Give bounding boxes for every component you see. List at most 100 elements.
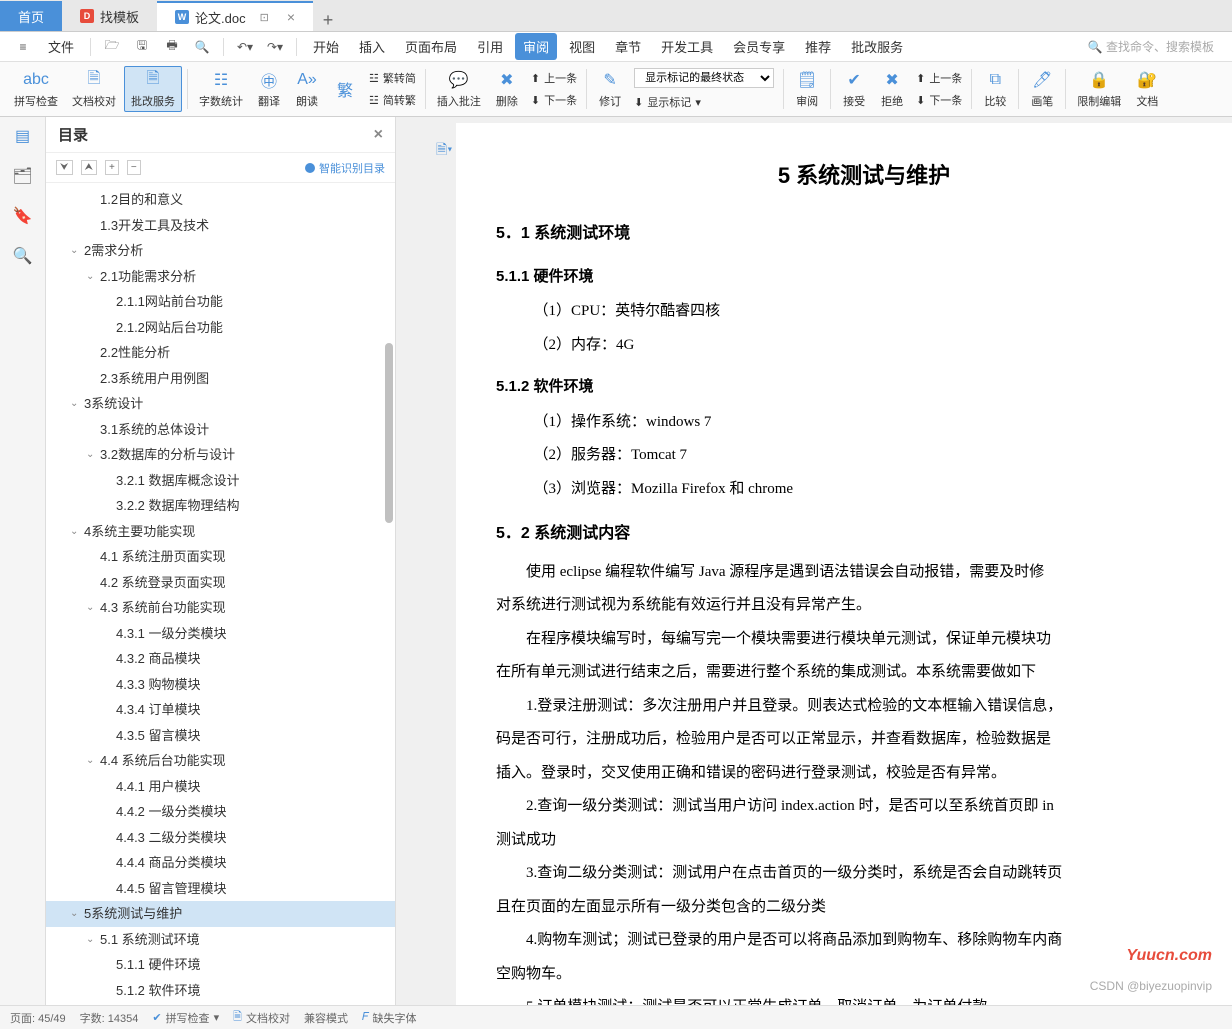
toc-item[interactable]: 4.4.4 商品分类模块: [46, 850, 395, 876]
tab-home[interactable]: 首页: [0, 1, 62, 31]
toc-item[interactable]: 4.3.4 订单模块: [46, 697, 395, 723]
undo-icon[interactable]: ↶▾: [235, 37, 255, 57]
prev-change[interactable]: ⬆ 上一条: [912, 68, 966, 88]
status-compat[interactable]: 兼容模式: [304, 1010, 348, 1026]
toc-item[interactable]: 4.4.3 二级分类模块: [46, 825, 395, 851]
menu-ref[interactable]: 引用: [469, 33, 511, 60]
toc-item[interactable]: 1.2目的和意义: [46, 187, 395, 213]
menu-start[interactable]: 开始: [305, 33, 347, 60]
toc-item[interactable]: ⌄4系统主要功能实现: [46, 519, 395, 545]
doc-check-button[interactable]: 🗎文档校对: [66, 67, 122, 111]
toc-item[interactable]: 2.1.2网站后台功能: [46, 315, 395, 341]
menu-correction[interactable]: 批改服务: [843, 33, 911, 60]
trad-to-simp[interactable]: ☳ 繁转简: [365, 68, 420, 88]
toc-item[interactable]: ⌄4.4 系统后台功能实现: [46, 748, 395, 774]
toc-item[interactable]: 4.4.5 留言管理模块: [46, 876, 395, 902]
word-count-button[interactable]: ☷字数统计: [193, 67, 249, 111]
menu-view[interactable]: 视图: [561, 33, 603, 60]
hamburger-icon[interactable]: ≡: [13, 37, 33, 57]
toc-item[interactable]: 3.2.2 数据库物理结构: [46, 493, 395, 519]
menu-dev[interactable]: 开发工具: [653, 33, 721, 60]
compare-button[interactable]: ⧉比较: [977, 67, 1013, 111]
search-input[interactable]: 🔍 查找命令、搜索模板: [1080, 35, 1222, 58]
search-icon[interactable]: 🔍: [12, 245, 34, 267]
zh-convert-button[interactable]: 繁: [327, 76, 363, 102]
tab-template[interactable]: D找模板: [62, 1, 157, 31]
next-change[interactable]: ⬇ 下一条: [912, 90, 966, 110]
attachment-icon[interactable]: 🗂: [12, 165, 34, 187]
toc-item[interactable]: 4.2 系统登录页面实现: [46, 570, 395, 596]
toc-item[interactable]: 4.4.1 用户模块: [46, 774, 395, 800]
remove-level-icon[interactable]: −: [127, 160, 141, 175]
translate-button[interactable]: ㊥翻译: [251, 67, 287, 111]
redo-icon[interactable]: ↷▾: [265, 37, 285, 57]
scrollbar-thumb[interactable]: [385, 343, 393, 523]
chevron-down-icon[interactable]: ⌄: [70, 524, 84, 539]
toc-item[interactable]: ⌄2需求分析: [46, 238, 395, 264]
pin-icon[interactable]: ⊡: [260, 11, 269, 24]
word-count[interactable]: 字数: 14354: [80, 1010, 139, 1026]
toc-item[interactable]: 4.3.3 购物模块: [46, 672, 395, 698]
toc-item[interactable]: ⌄3系统设计: [46, 391, 395, 417]
chevron-down-icon[interactable]: ⌄: [70, 243, 84, 258]
toc-item[interactable]: 4.4.2 一级分类模块: [46, 799, 395, 825]
toc-item[interactable]: 5.1.1 硬件环境: [46, 952, 395, 978]
chevron-down-icon[interactable]: ⌄: [86, 932, 100, 947]
chevron-down-icon[interactable]: ⌄: [86, 269, 100, 284]
menu-rec[interactable]: 推荐: [797, 33, 839, 60]
reject-button[interactable]: ✖拒绝: [874, 67, 910, 111]
doc-encrypt-button[interactable]: 🔐文档: [1129, 67, 1165, 111]
toc-item[interactable]: 5.1.2 软件环境: [46, 978, 395, 1004]
pen-button[interactable]: 🖊画笔: [1024, 67, 1060, 111]
restrict-edit-button[interactable]: 🔒限制编辑: [1071, 67, 1127, 111]
track-changes-button[interactable]: ✎修订: [592, 67, 628, 111]
toc-body[interactable]: 1.2目的和意义1.3开发工具及技术⌄2需求分析⌄2.1功能需求分析2.1.1网…: [46, 183, 395, 1005]
insert-comment-button[interactable]: 💬插入批注: [431, 67, 487, 111]
toc-item[interactable]: 2.1.1网站前台功能: [46, 289, 395, 315]
expand-all-icon[interactable]: ⮝: [81, 160, 98, 175]
page-indicator[interactable]: 页面: 45/49: [10, 1010, 66, 1026]
menu-insert[interactable]: 插入: [351, 33, 393, 60]
review-pane-button[interactable]: 🗒审阅: [789, 67, 825, 111]
toc-item[interactable]: ⌄5.1 系统测试环境: [46, 927, 395, 953]
open-icon[interactable]: 🗁: [102, 37, 122, 57]
chevron-down-icon[interactable]: ⌄: [86, 447, 100, 462]
toc-item[interactable]: ⌄5系统测试与维护: [46, 901, 395, 927]
toc-item[interactable]: ⌄4.3 系统前台功能实现: [46, 595, 395, 621]
menu-review[interactable]: 审阅: [515, 33, 557, 60]
smart-toc-button[interactable]: 智能识别目录: [305, 160, 385, 176]
toc-item[interactable]: ⌄2.1功能需求分析: [46, 264, 395, 290]
menu-vip[interactable]: 会员专享: [725, 33, 793, 60]
status-doccheck[interactable]: 🗎文档校对: [233, 1008, 290, 1027]
print-icon[interactable]: 🖶: [162, 37, 182, 57]
delete-button[interactable]: ✖删除: [489, 67, 525, 111]
chevron-down-icon[interactable]: ⌄: [70, 906, 84, 921]
toc-item[interactable]: 4.3.2 商品模块: [46, 646, 395, 672]
spell-check-button[interactable]: abc拼写检查: [8, 67, 64, 111]
close-icon[interactable]: ×: [374, 126, 383, 144]
next-comment[interactable]: ⬇ 下一条: [527, 90, 581, 110]
chevron-down-icon[interactable]: ⌄: [70, 396, 84, 411]
collapse-all-icon[interactable]: ⮟: [56, 160, 73, 175]
show-marks-button[interactable]: ⬇ 显示标记 ▾: [630, 92, 778, 112]
new-tab-button[interactable]: +: [313, 10, 343, 31]
toc-item[interactable]: 4.3.1 一级分类模块: [46, 621, 395, 647]
chevron-down-icon[interactable]: ⌄: [86, 600, 100, 615]
toc-item[interactable]: ⌄3.2数据库的分析与设计: [46, 442, 395, 468]
prev-comment[interactable]: ⬆ 上一条: [527, 68, 581, 88]
menu-chapter[interactable]: 章节: [607, 33, 649, 60]
preview-icon[interactable]: 🔍: [192, 37, 212, 57]
toc-item[interactable]: 2.2性能分析: [46, 340, 395, 366]
toc-item[interactable]: 4.3.5 留言模块: [46, 723, 395, 749]
toc-item[interactable]: 2.3系统用户用例图: [46, 366, 395, 392]
tab-document[interactable]: W 论文.doc ⊡ ×: [157, 1, 313, 31]
add-level-icon[interactable]: +: [105, 160, 119, 175]
toc-item[interactable]: 5.2 系统测试内容: [46, 1003, 395, 1005]
toc-item[interactable]: 1.3开发工具及技术: [46, 213, 395, 239]
toc-item[interactable]: 3.2.1 数据库概念设计: [46, 468, 395, 494]
accept-button[interactable]: ✔接受: [836, 67, 872, 111]
file-menu[interactable]: 文件: [40, 33, 82, 60]
outline-icon[interactable]: ▤: [12, 125, 34, 147]
chevron-down-icon[interactable]: ⌄: [86, 753, 100, 768]
simp-to-trad[interactable]: ☳ 简转繁: [365, 90, 420, 110]
